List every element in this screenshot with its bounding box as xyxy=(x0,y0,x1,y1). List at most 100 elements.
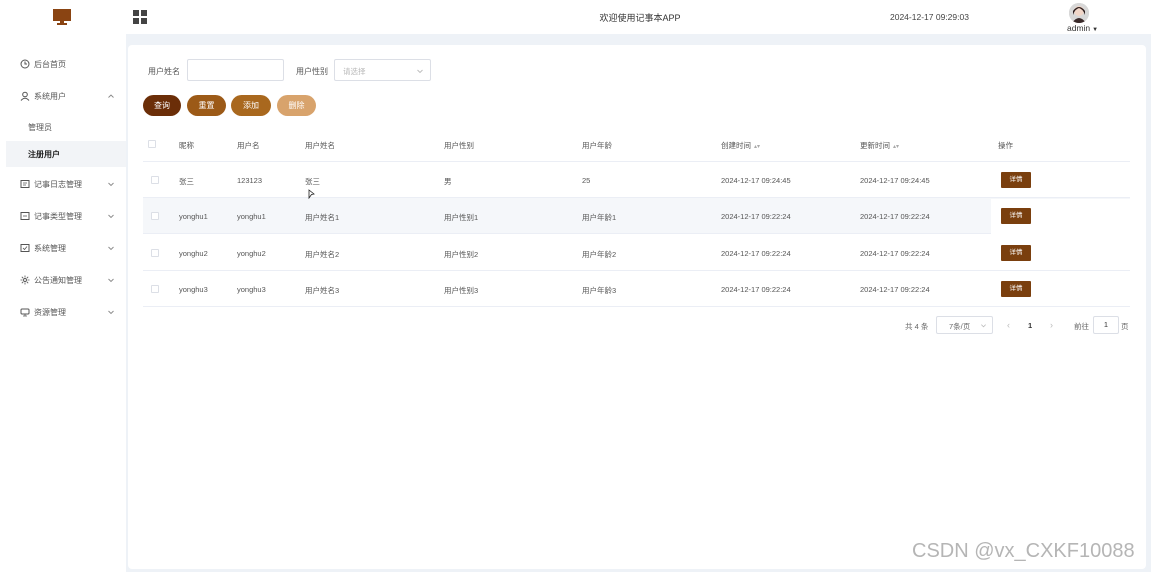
monitor-logo-icon xyxy=(53,9,71,25)
sidebar-item-label: 系统用户 xyxy=(34,91,66,101)
sidebar-item-label: 注册用户 xyxy=(28,149,60,159)
sidebar-item-label: 记事日志管理 xyxy=(34,179,82,189)
pagination-total: 共 4 条 xyxy=(905,322,929,331)
prev-page-icon[interactable]: ‹ xyxy=(1007,320,1010,330)
goto-prefix: 前往 xyxy=(1074,322,1089,331)
chevron-down-icon: ▼ xyxy=(1092,27,1099,33)
current-page[interactable]: 1 xyxy=(1028,321,1032,330)
cell-realname: 张三 xyxy=(305,177,320,186)
column-header-created[interactable]: 创建时间 ▴▾ xyxy=(721,140,760,151)
avatar[interactable] xyxy=(1069,3,1089,23)
cell-created: 2024-12-17 09:22:24 xyxy=(721,285,791,294)
chevron-down-icon xyxy=(981,324,986,328)
sidebar-item-admins[interactable]: 管理员 xyxy=(6,114,126,140)
cell-age: 用户年龄3 xyxy=(582,286,617,295)
chevron-down-icon xyxy=(108,246,114,251)
column-header-nickname: 昵称 xyxy=(179,141,194,150)
sidebar-item-label: 后台首页 xyxy=(34,59,66,69)
chevron-down-icon xyxy=(108,278,114,283)
row-checkbox[interactable] xyxy=(151,285,159,293)
detail-button[interactable]: 详情 xyxy=(1001,208,1031,224)
sort-icon: ▴▾ xyxy=(754,144,761,150)
cell-nickname: yonghu3 xyxy=(179,285,208,294)
table-row: yonghu1 yonghu1 用户姓名1 用户性别1 用户年龄1 2024-1… xyxy=(143,198,1130,234)
cell-updated: 2024-12-17 09:22:24 xyxy=(860,212,930,221)
user-menu[interactable]: admin ▼ xyxy=(1067,23,1098,33)
table-row: yonghu3 yonghu3 用户姓名3 用户性别3 用户年龄3 2024-1… xyxy=(143,271,1130,307)
cell-username: yonghu1 xyxy=(237,212,266,221)
sidebar-item-home[interactable]: 后台首页 xyxy=(0,52,126,76)
cell-realname: 用户姓名3 xyxy=(305,286,340,295)
cell-gender: 用户性别2 xyxy=(444,250,479,259)
cell-realname: 用户姓名1 xyxy=(305,213,340,222)
cell-username: 123123 xyxy=(237,176,263,185)
sidebar-item-notice-management[interactable]: 公告通知管理 xyxy=(0,268,126,292)
sidebar-item-type-management[interactable]: 记事类型管理 xyxy=(0,204,126,228)
sidebar-item-resource-management[interactable]: 资源管理 xyxy=(0,300,126,324)
column-header-updated[interactable]: 更新时间 ▴▾ xyxy=(860,140,899,151)
user-icon xyxy=(20,91,30,101)
sidebar-item-log-management[interactable]: 记事日志管理 xyxy=(0,172,126,196)
goto-suffix: 页 xyxy=(1121,322,1129,331)
detail-button[interactable]: 详情 xyxy=(1001,172,1031,188)
select-all-checkbox[interactable] xyxy=(148,140,156,148)
column-header-age: 用户年龄 xyxy=(582,141,612,150)
main-panel xyxy=(128,45,1146,569)
cell-realname: 用户姓名2 xyxy=(305,250,340,259)
avatar-image-icon xyxy=(1069,3,1089,23)
system-icon xyxy=(20,244,30,252)
sidebar-item-label: 记事类型管理 xyxy=(34,211,82,221)
resource-icon xyxy=(20,308,30,317)
cell-updated: 2024-12-17 09:22:24 xyxy=(860,285,930,294)
row-checkbox[interactable] xyxy=(151,249,159,257)
sidebar-item-system-management[interactable]: 系统管理 xyxy=(0,236,126,260)
table-row: yonghu2 yonghu2 用户姓名2 用户性别2 用户年龄2 2024-1… xyxy=(143,235,1130,271)
cell-nickname: yonghu2 xyxy=(179,249,208,258)
app-title: 欢迎使用记事本APP xyxy=(599,13,681,23)
column-header-updated-label: 更新时间 xyxy=(860,141,890,150)
sort-icon: ▴▾ xyxy=(893,144,900,150)
clock-icon xyxy=(20,59,30,69)
name-filter-label: 用户姓名 xyxy=(148,67,180,76)
column-header-created-label: 创建时间 xyxy=(721,141,751,150)
cell-age: 用户年龄1 xyxy=(582,213,617,222)
chevron-up-icon xyxy=(108,94,114,98)
detail-button[interactable]: 详情 xyxy=(1001,245,1031,261)
sidebar-item-system-users[interactable]: 系统用户 xyxy=(0,84,126,108)
goto-page-input[interactable]: 1 xyxy=(1093,316,1119,334)
column-header-realname: 用户姓名 xyxy=(305,141,335,150)
chevron-down-icon xyxy=(417,69,423,74)
gender-filter-placeholder: 请选择 xyxy=(343,67,366,76)
next-page-icon[interactable]: › xyxy=(1050,320,1053,330)
sidebar-item-label: 系统管理 xyxy=(34,243,66,253)
cell-gender: 男 xyxy=(444,177,452,186)
sidebar: 后台首页 系统用户 管理员 注册用户 记事日志管理 记事类型管理 系统管理 公告… xyxy=(0,34,126,572)
reset-button[interactable]: 重置 xyxy=(187,95,226,116)
cell-created: 2024-12-17 09:24:45 xyxy=(721,176,791,185)
log-icon xyxy=(20,180,30,188)
page-size-select[interactable]: 7条/页 xyxy=(936,316,993,334)
column-header-gender: 用户性别 xyxy=(444,141,474,150)
mouse-cursor-icon xyxy=(308,189,315,199)
gender-filter-select[interactable]: 请选择 xyxy=(334,59,431,81)
cell-nickname: 张三 xyxy=(179,177,194,186)
delete-button[interactable]: 删除 xyxy=(277,95,316,116)
grid-menu-icon[interactable] xyxy=(133,10,147,24)
row-checkbox[interactable] xyxy=(151,176,159,184)
add-button[interactable]: 添加 xyxy=(231,95,271,116)
column-header-username: 用户名 xyxy=(237,141,260,150)
name-filter-input[interactable] xyxy=(187,59,284,81)
cell-gender: 用户性别3 xyxy=(444,286,479,295)
row-checkbox[interactable] xyxy=(151,212,159,220)
username-label: admin xyxy=(1067,23,1091,33)
column-header-actions: 操作 xyxy=(998,141,1013,150)
query-button[interactable]: 查询 xyxy=(143,95,181,116)
detail-button[interactable]: 详情 xyxy=(1001,281,1031,297)
chevron-down-icon xyxy=(108,214,114,219)
chevron-down-icon xyxy=(108,310,114,315)
sidebar-item-label: 公告通知管理 xyxy=(34,275,82,285)
cell-nickname: yonghu1 xyxy=(179,212,208,221)
table-row: 张三 123123 张三 男 25 2024-12-17 09:24:45 20… xyxy=(143,162,1130,198)
notice-icon xyxy=(20,275,30,285)
sidebar-item-registered-users[interactable]: 注册用户 xyxy=(6,141,126,167)
